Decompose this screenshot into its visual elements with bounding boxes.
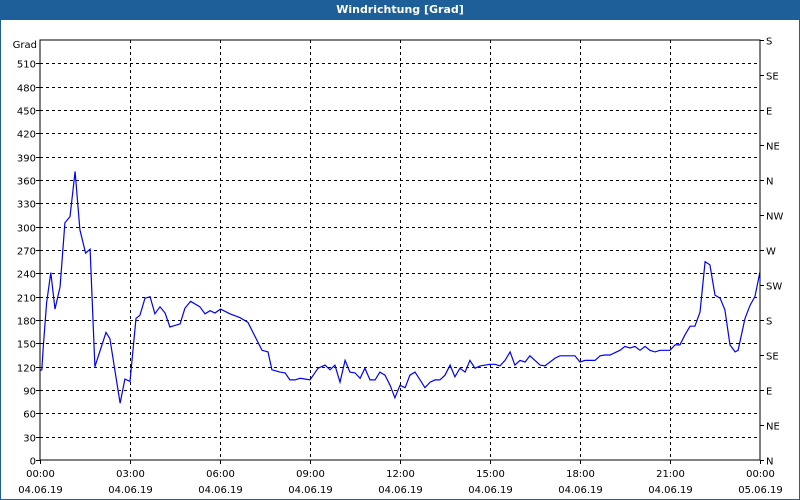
x-tick-time: 18:00 xyxy=(566,469,595,480)
y-tick-label: 450 xyxy=(17,107,36,118)
y-tick-label: 150 xyxy=(17,340,36,351)
compass-tick-label: S xyxy=(766,317,772,328)
x-tick-time: 12:00 xyxy=(386,469,415,480)
x-tick-time: 06:00 xyxy=(206,469,235,480)
x-tick-date: 04.06.19 xyxy=(468,485,513,496)
x-tick-time: 09:00 xyxy=(296,469,325,480)
y-tick-label: 210 xyxy=(17,294,36,305)
y-axis-label: Grad xyxy=(13,40,37,51)
x-tick-time: 21:00 xyxy=(656,469,685,480)
compass-tick-label: SW xyxy=(766,282,782,293)
x-tick-date: 04.06.19 xyxy=(378,485,423,496)
y-tick-label: 300 xyxy=(17,224,36,235)
compass-tick-label: N xyxy=(766,457,773,468)
compass-tick-label: E xyxy=(766,387,772,398)
compass-tick-label: SE xyxy=(766,72,779,83)
y-tick-label: 510 xyxy=(17,60,36,71)
x-tick-time: 15:00 xyxy=(476,469,505,480)
y-tick-label: 420 xyxy=(17,130,36,141)
wind-direction-chart: 0 30 60 90 120 150 180 210 240 270 300 330 360 390 420… xyxy=(13,37,784,497)
y-tick-label: 390 xyxy=(17,154,36,165)
compass-tick-label: W xyxy=(766,247,776,258)
axis-ticks: 0 30 60 90 120 150 180 210 240 270 300 330 360 390 420… xyxy=(17,37,784,497)
y-tick-label: 330 xyxy=(17,200,36,211)
y-tick-label: 90 xyxy=(23,387,36,398)
y-tick-label: 120 xyxy=(17,364,36,375)
grid xyxy=(40,40,760,460)
x-tick-time: 00:00 xyxy=(746,469,775,480)
compass-tick-label: N xyxy=(766,177,773,188)
x-tick-date: 04.06.19 xyxy=(648,485,693,496)
x-tick-time: 03:00 xyxy=(116,469,145,480)
y-tick-label: 180 xyxy=(17,317,36,328)
y-tick-label: 30 xyxy=(23,434,36,445)
x-tick-time: 00:00 xyxy=(26,469,55,480)
y-tick-label: 480 xyxy=(17,84,36,95)
x-tick-date: 04.06.19 xyxy=(108,485,153,496)
x-tick-date: 05.06.19 xyxy=(738,485,783,496)
compass-tick-label: S xyxy=(766,37,772,48)
compass-tick-label: SE xyxy=(766,352,779,363)
compass-tick-label: NE xyxy=(766,142,780,153)
compass-tick-label: NW xyxy=(766,212,783,223)
x-tick-date: 04.06.19 xyxy=(18,485,63,496)
x-tick-date: 04.06.19 xyxy=(558,485,603,496)
y-tick-label: 270 xyxy=(17,247,36,258)
y-tick-label: 360 xyxy=(17,177,36,188)
y-tick-label: 0 xyxy=(30,457,36,468)
compass-tick-label: NE xyxy=(766,422,780,433)
x-tick-date: 04.06.19 xyxy=(198,485,243,496)
compass-tick-label: E xyxy=(766,107,772,118)
x-tick-date: 04.06.19 xyxy=(288,485,333,496)
y-tick-label: 60 xyxy=(23,410,36,421)
y-tick-label: 240 xyxy=(17,270,36,281)
